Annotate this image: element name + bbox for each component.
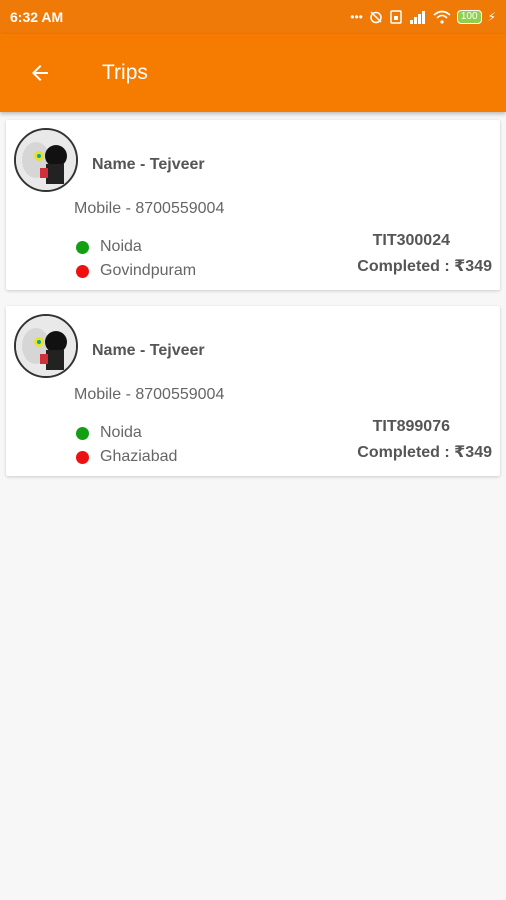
status-icons: ••• 100 ⚡ bbox=[350, 10, 496, 24]
drop-location: Govindpuram bbox=[76, 262, 196, 280]
arrow-left-icon bbox=[32, 65, 48, 81]
pickup-label: Noida bbox=[100, 424, 142, 441]
alarm-off-icon bbox=[370, 11, 382, 24]
sim-icon bbox=[390, 10, 402, 24]
pickup-dot-icon bbox=[76, 240, 89, 254]
wifi-icon bbox=[433, 10, 451, 24]
back-button[interactable] bbox=[20, 53, 60, 93]
trip-id: TIT899076 bbox=[372, 418, 450, 435]
charging-icon: ⚡ bbox=[487, 10, 496, 24]
rider-name: Name - Tejveer bbox=[92, 342, 205, 359]
signal-icon bbox=[409, 11, 425, 24]
trip-id: TIT300024 bbox=[372, 232, 450, 249]
pickup-label: Noida bbox=[100, 238, 142, 255]
drop-dot-icon bbox=[76, 450, 89, 464]
trip-status: Completed : ₹349 bbox=[357, 258, 492, 275]
avatar bbox=[14, 314, 78, 378]
rider-name: Name - Tejveer bbox=[92, 156, 205, 173]
pickup-location: Noida bbox=[76, 238, 142, 256]
drop-label: Govindpuram bbox=[100, 262, 197, 279]
drop-label: Ghaziabad bbox=[100, 448, 178, 465]
status-bar: 6:32 AM ••• 100 ⚡ bbox=[0, 0, 506, 34]
page-title: Trips bbox=[102, 61, 148, 84]
avatar bbox=[14, 128, 78, 192]
more-icon: ••• bbox=[350, 10, 363, 24]
trip-card[interactable]: Name - Tejveer Mobile - 8700559004 Noida… bbox=[6, 306, 500, 476]
drop-location: Ghaziabad bbox=[76, 448, 177, 466]
status-time: 6:32 AM bbox=[10, 9, 64, 25]
trip-card[interactable]: Name - Tejveer Mobile - 8700559004 Noida… bbox=[6, 120, 500, 290]
pickup-dot-icon bbox=[76, 426, 89, 440]
trip-list: Name - Tejveer Mobile - 8700559004 Noida… bbox=[0, 112, 506, 500]
battery-indicator: 100 bbox=[456, 10, 482, 24]
drop-dot-icon bbox=[76, 264, 89, 278]
rider-mobile: Mobile - 8700559004 bbox=[74, 200, 225, 217]
rider-mobile: Mobile - 8700559004 bbox=[74, 386, 225, 403]
app-bar: Trips bbox=[0, 34, 506, 112]
trip-status: Completed : ₹349 bbox=[357, 444, 492, 461]
pickup-location: Noida bbox=[76, 424, 142, 442]
